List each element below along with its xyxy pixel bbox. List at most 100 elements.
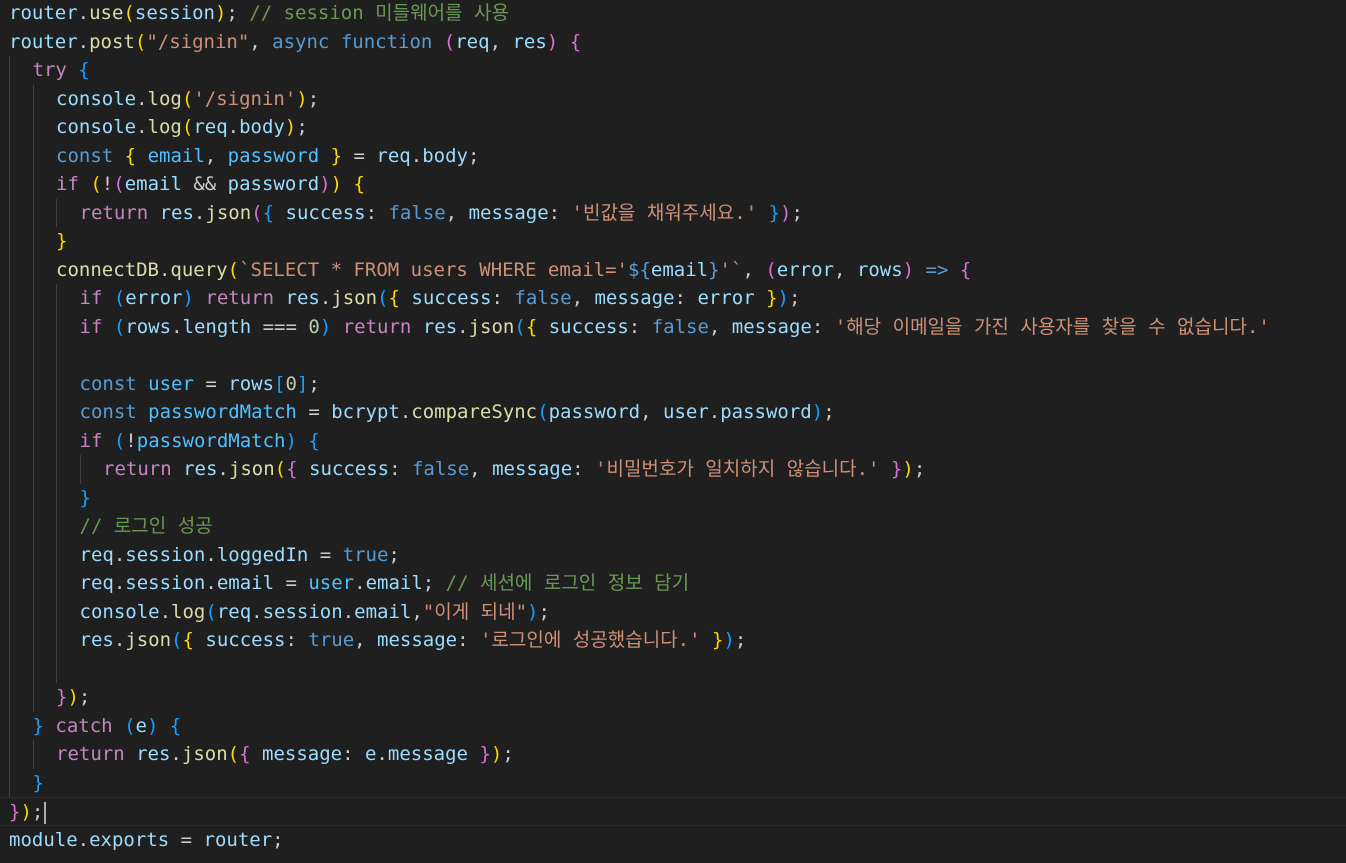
code-line[interactable]: return res.json({ success: false, messag… (0, 198, 1346, 227)
code-token: { (353, 173, 365, 195)
code-line[interactable]: console.log('/signin'); (0, 84, 1346, 113)
indent-guide (32, 398, 34, 427)
code-token: ) (214, 2, 227, 24)
code-text: if (rows.length === 0) return res.json({… (80, 313, 1270, 342)
code-line[interactable]: if (error) return res.json({ success: fa… (0, 284, 1346, 313)
code-token: ( (113, 429, 126, 452)
code-text: } (33, 769, 44, 798)
indent-guide (32, 683, 34, 712)
code-line[interactable]: } (0, 768, 1346, 798)
code-text: // 로그인 성공 (80, 512, 213, 541)
code-line[interactable]: req.session.email = user.email; // 세션에 로… (0, 569, 1346, 598)
code-token: return (79, 201, 149, 224)
code-token: passwordMatch (148, 401, 297, 423)
code-line[interactable]: return res.json({ message: e.message }); (0, 740, 1346, 769)
code-token: . (399, 401, 412, 423)
code-line[interactable]: } (0, 227, 1346, 256)
code-token: return (103, 458, 172, 480)
code-line[interactable]: const passwordMatch = bcrypt.compareSync… (0, 398, 1346, 427)
indent-guide (32, 654, 34, 683)
code-token: res (183, 458, 218, 480)
code-token: function (340, 30, 433, 53)
code-token: success (309, 458, 390, 480)
code-token: ( (205, 600, 217, 623)
code-token: success (411, 287, 492, 309)
code-token: . (77, 2, 90, 24)
code-line[interactable]: console.log(req.session.email,"이게 되네"); (0, 597, 1346, 626)
indent-guide (9, 141, 10, 170)
code-token: res (285, 287, 320, 309)
code-token: : (548, 201, 572, 224)
code-token: : (628, 315, 652, 338)
code-line[interactable] (0, 654, 1346, 683)
code-token: json (205, 201, 252, 224)
code-line[interactable]: res.json({ success: true, message: '로그인에… (0, 626, 1346, 655)
code-editor[interactable]: router.use(session); // session 미들웨어를 사용… (0, 0, 1346, 863)
code-token: ) (285, 429, 297, 452)
indent-guide (32, 597, 34, 626)
code-token: message (262, 743, 343, 765)
indent-guide (9, 198, 10, 227)
code-token: bcrypt (331, 401, 400, 423)
code-token: res (422, 315, 458, 338)
code-token: ) (546, 30, 559, 53)
indent-guide (56, 540, 57, 569)
code-line[interactable]: req.session.loggedIn = true; (0, 540, 1346, 569)
indent-guide (56, 654, 57, 683)
code-token: ! (101, 173, 114, 195)
code-text: connectDB.query(`SELECT * FROM users WHE… (56, 256, 971, 285)
code-token: json (331, 287, 378, 309)
code-token: json (181, 743, 228, 765)
code-line[interactable]: // 로그인 성공 (0, 512, 1346, 541)
code-token: : (389, 458, 412, 480)
code-line[interactable]: } (0, 483, 1346, 513)
code-token: message (468, 201, 549, 224)
code-line[interactable]: connectDB.query(`SELECT * FROM users WHE… (0, 255, 1346, 285)
code-line[interactable]: }); (0, 683, 1346, 712)
code-text: res.json({ success: true, message: '로그인에… (80, 626, 747, 655)
indent-guide (56, 483, 57, 512)
code-token: email (354, 600, 412, 623)
code-line[interactable]: const { email, password } = req.body; (0, 141, 1346, 170)
code-line[interactable]: } catch (e) { (0, 711, 1346, 740)
code-line[interactable]: const user = rows[0]; (0, 369, 1346, 398)
indent-guide (32, 113, 34, 142)
code-token: session (262, 600, 343, 623)
code-token: json (125, 629, 172, 651)
code-line[interactable]: try { (0, 56, 1346, 85)
code-line[interactable]: return res.json({ success: false, messag… (0, 455, 1346, 484)
code-token: false (651, 315, 709, 338)
code-text: } (80, 484, 91, 513)
code-token: , (742, 258, 766, 281)
code-line[interactable]: if (!(email && password)) { (0, 170, 1346, 199)
code-token: async (272, 30, 330, 53)
code-token: } (766, 287, 778, 309)
code-text: if (!passwordMatch) { (80, 427, 320, 456)
code-line[interactable]: if (!passwordMatch) { (0, 426, 1346, 456)
code-token: ( (171, 629, 183, 651)
code-token: , (833, 258, 857, 281)
code-token: length (182, 315, 252, 338)
code-token: = (342, 144, 377, 167)
code-line[interactable]: }); (0, 797, 1346, 826)
code-token: message (492, 458, 573, 480)
code-token: = (274, 572, 309, 594)
code-token: . (376, 743, 388, 765)
code-line[interactable] (0, 341, 1346, 370)
code-token: ( (124, 714, 136, 737)
code-token: user (308, 572, 355, 594)
code-token: ; (272, 828, 284, 851)
code-line[interactable]: if (rows.length === 0) return res.json({… (0, 312, 1346, 342)
indent-guide (32, 483, 34, 512)
code-token: . (193, 201, 206, 224)
code-line[interactable]: console.log(req.body); (0, 113, 1346, 142)
code-line[interactable]: router.post("/signin", async function (r… (0, 28, 1346, 57)
code-line[interactable]: module.exports = router; (0, 826, 1346, 855)
code-line[interactable]: router.use(session); // session 미들웨어를 사용 (0, 0, 1346, 28)
